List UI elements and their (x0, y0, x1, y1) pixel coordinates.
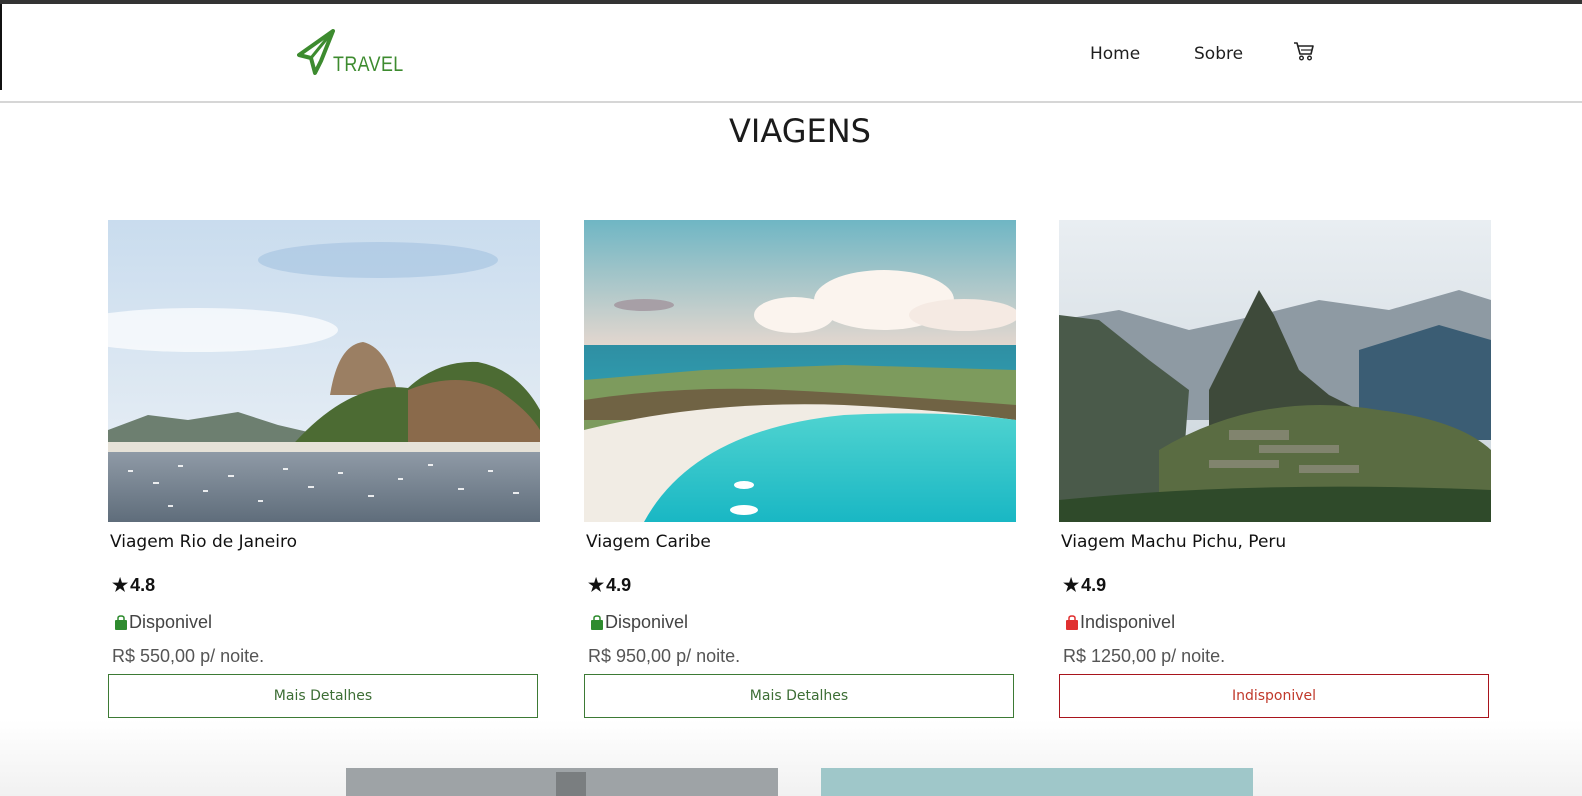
status-label: Indisponivel (1080, 612, 1176, 632)
details-button[interactable]: Mais Detalhes (108, 674, 538, 718)
bag-available-icon (591, 614, 603, 630)
trip-card-rio: Viagem Rio de Janeiro ★ 4.8 Disponivel R… (108, 220, 540, 718)
trip-status: Disponivel (590, 612, 688, 633)
star-icon: ★ (112, 575, 129, 595)
trip-rating: ★ 4.8 (112, 575, 155, 596)
trip-title: Viagem Machu Pichu, Peru (1061, 532, 1287, 552)
trip-rating: ★ 4.9 (588, 575, 631, 596)
trip-status: Disponivel (114, 612, 212, 633)
trip-image-machu-picchu (1059, 220, 1491, 522)
bag-available-icon (115, 614, 127, 630)
star-icon: ★ (1063, 575, 1080, 595)
trip-card-machu-picchu: Viagem Machu Pichu, Peru ★ 4.9 Indisponi… (1059, 220, 1491, 718)
details-button[interactable]: Mais Detalhes (584, 674, 1014, 718)
page-bottom-fade (0, 720, 1582, 796)
trip-price: R$ 950,00 p/ noite. (588, 646, 741, 666)
status-label: Disponivel (605, 612, 689, 632)
nav-about-link[interactable]: Sobre (1194, 44, 1243, 64)
trip-status: Indisponivel (1065, 612, 1175, 633)
window-left-edge (0, 4, 2, 90)
unavailable-button[interactable]: Indisponivel (1059, 674, 1489, 718)
next-row-image-peek (346, 768, 778, 796)
peek-image-right (821, 768, 1253, 796)
trip-rating: ★ 4.9 (1063, 575, 1106, 596)
cart-icon (1294, 42, 1314, 61)
trip-title: Viagem Caribe (586, 532, 711, 552)
trip-image-caribe (584, 220, 1016, 522)
peek-image-left (346, 768, 778, 796)
status-label: Disponivel (129, 612, 213, 632)
navbar: TRAVEL Home Sobre (0, 4, 1582, 103)
logo[interactable]: TRAVEL (297, 29, 416, 76)
bag-unavailable-icon (1066, 614, 1078, 630)
logo-text: TRAVEL (333, 53, 404, 76)
trip-price: R$ 550,00 p/ noite. (112, 646, 265, 666)
trip-title: Viagem Rio de Janeiro (110, 532, 298, 552)
next-row-image-peek (821, 768, 1253, 796)
trip-price: R$ 1250,00 p/ noite. (1063, 646, 1226, 666)
trip-card-caribe: Viagem Caribe ★ 4.9 Disponivel R$ 950,00… (584, 220, 1016, 718)
page-title: VIAGENS (729, 112, 871, 150)
rating-value: 4.8 (130, 575, 156, 595)
rating-value: 4.9 (1081, 575, 1107, 595)
nav-home-link[interactable]: Home (1090, 44, 1140, 64)
star-icon: ★ (588, 575, 605, 595)
rating-value: 4.9 (606, 575, 632, 595)
trip-image-rio (108, 220, 540, 522)
cart-button[interactable] (1293, 40, 1315, 66)
